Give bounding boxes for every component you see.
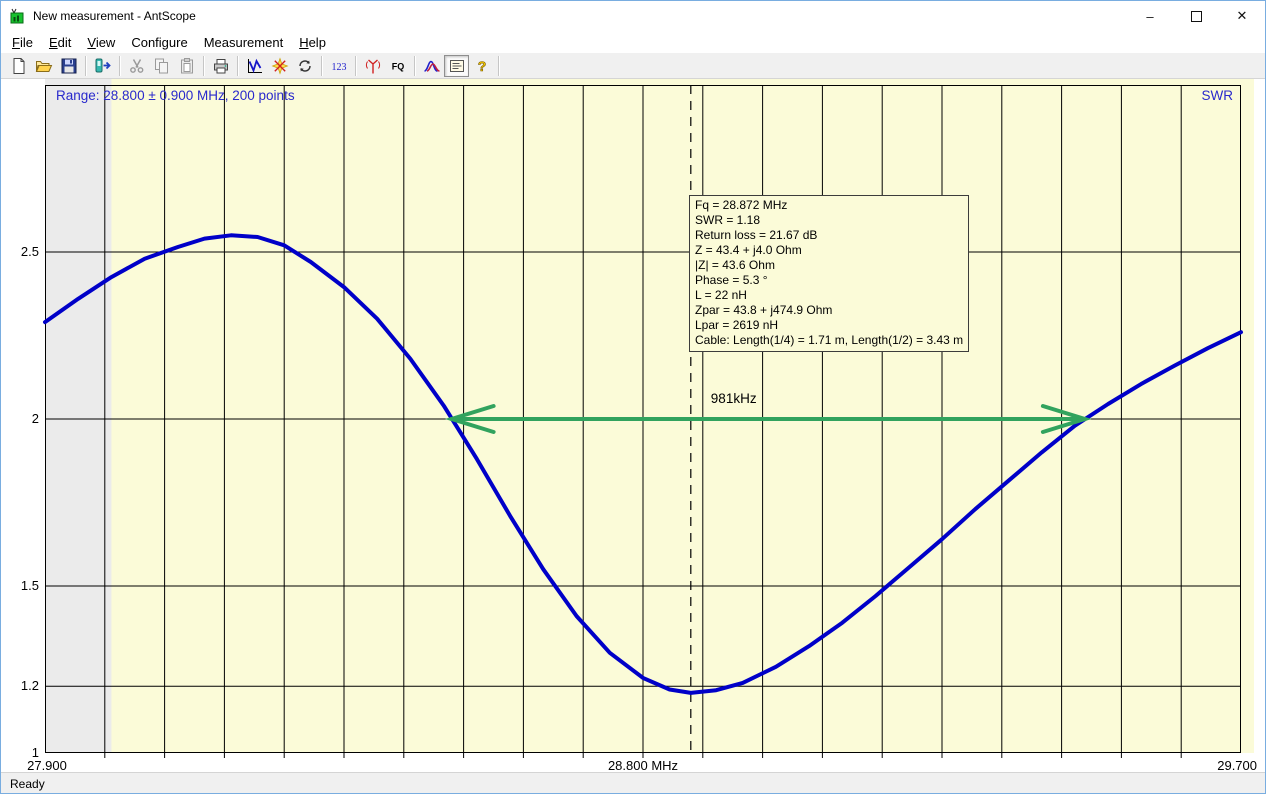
bandwidth-label: 981kHz: [711, 391, 757, 406]
svg-text:1.2: 1.2: [21, 678, 39, 693]
cut-button: [124, 55, 149, 77]
graph-curves-icon: [423, 57, 441, 75]
clear-chart-button[interactable]: [267, 55, 292, 77]
window-title: New measurement - AntScope: [33, 9, 196, 23]
title-bar: New measurement - AntScope – ✕: [1, 1, 1265, 31]
minimize-button[interactable]: –: [1127, 1, 1173, 31]
numbers-123-icon: 123: [330, 57, 348, 75]
menu-item-edit[interactable]: Edit: [41, 33, 79, 52]
labels-toggle-button[interactable]: [444, 55, 469, 77]
menu-item-file[interactable]: File: [4, 33, 41, 52]
menu-item-help[interactable]: Help: [291, 33, 334, 52]
excluded-band: [45, 79, 111, 753]
refresh-scan-button[interactable]: [292, 55, 317, 77]
toolbar-separator: [203, 56, 204, 76]
y-axis-labels: 11.21.522.5: [21, 244, 39, 760]
menu-item-measurement[interactable]: Measurement: [196, 33, 291, 52]
grid-lines: [45, 85, 1241, 758]
svg-text:2: 2: [32, 411, 39, 426]
toolbar-separator: [355, 56, 356, 76]
mode-label: SWR: [1202, 88, 1234, 103]
status-text: Ready: [10, 777, 45, 791]
info-line: Cable: Length(1/4) = 1.71 m, Length(1/2)…: [695, 333, 963, 348]
svg-text:123: 123: [331, 62, 346, 73]
save-file-button[interactable]: [56, 55, 81, 77]
delete-burst-icon: [271, 57, 289, 75]
antscope-app-icon: [10, 8, 26, 24]
chart-area: 981kHz Range: 28.800 ± 0.900 MHz, 200 poi…: [1, 79, 1265, 772]
toolbar: 123 FQ?: [1, 53, 1265, 79]
x-axis-labels: 27.900 28.800 MHz 29.700: [27, 758, 1257, 772]
new-measurement-button[interactable]: [6, 55, 31, 77]
labels-panel-icon: [448, 57, 466, 75]
antenna-signal-icon: [364, 57, 382, 75]
maximize-icon: [1191, 11, 1202, 22]
svg-text:28.800 MHz: 28.800 MHz: [608, 758, 678, 772]
menu-item-configure[interactable]: Configure: [123, 33, 195, 52]
info-line: Phase = 5.3 °: [695, 273, 963, 288]
export-device-icon: [94, 57, 112, 75]
open-folder-icon: [35, 57, 53, 75]
refresh-arrows-icon: [296, 57, 314, 75]
toolbar-separator: [498, 56, 499, 76]
application-window: New measurement - AntScope – ✕ FileEditV…: [0, 0, 1266, 794]
help-question-icon: ?: [473, 57, 491, 75]
info-line: Zpar = 43.8 + j474.9 Ohm: [695, 303, 963, 318]
paste-button: [174, 55, 199, 77]
range-label: Range: 28.800 ± 0.900 MHz, 200 points: [56, 88, 295, 103]
open-file-button[interactable]: [31, 55, 56, 77]
close-button[interactable]: ✕: [1219, 1, 1265, 31]
frequency-button[interactable]: FQ: [385, 55, 410, 77]
chart-view-button[interactable]: [242, 55, 267, 77]
export-device-button[interactable]: [90, 55, 115, 77]
copy-button: [149, 55, 174, 77]
info-line: Return loss = 21.67 dB: [695, 228, 963, 243]
info-line: SWR = 1.18: [695, 213, 963, 228]
menu-item-view[interactable]: View: [79, 33, 123, 52]
copy-pages-icon: [153, 57, 171, 75]
svg-text:1.5: 1.5: [21, 578, 39, 593]
info-line: |Z| = 43.6 Ohm: [695, 258, 963, 273]
curves-view-button[interactable]: [419, 55, 444, 77]
antenna-button[interactable]: [360, 55, 385, 77]
toolbar-separator: [119, 56, 120, 76]
marker-info-box: Fq = 28.872 MHzSWR = 1.18Return loss = 2…: [689, 195, 969, 352]
save-floppy-icon: [60, 57, 78, 75]
fq-label-icon: FQ: [389, 57, 407, 75]
toolbar-separator: [321, 56, 322, 76]
info-line: L = 22 nH: [695, 288, 963, 303]
paste-clipboard-icon: [178, 57, 196, 75]
info-line: Z = 43.4 + j4.0 Ohm: [695, 243, 963, 258]
toolbar-separator: [85, 56, 86, 76]
menu-bar: FileEditViewConfigureMeasurementHelp: [1, 31, 1265, 53]
cut-scissors-icon: [128, 57, 146, 75]
info-line: Fq = 28.872 MHz: [695, 198, 963, 213]
svg-text:29.700: 29.700: [1217, 758, 1257, 772]
help-button[interactable]: ?: [469, 55, 494, 77]
toolbar-separator: [414, 56, 415, 76]
chart-curve-icon: [246, 57, 264, 75]
print-printer-icon: [212, 57, 230, 75]
print-button[interactable]: [208, 55, 233, 77]
svg-text:?: ?: [477, 58, 486, 74]
status-bar: Ready: [1, 772, 1265, 794]
new-document-icon: [10, 57, 28, 75]
svg-text:2.5: 2.5: [21, 244, 39, 259]
svg-text:27.900: 27.900: [27, 758, 67, 772]
maximize-button[interactable]: [1173, 1, 1219, 31]
toolbar-separator: [237, 56, 238, 76]
window-controls: – ✕: [1127, 1, 1265, 31]
numeric-view-button[interactable]: 123: [326, 55, 351, 77]
info-line: Lpar = 2619 nH: [695, 318, 963, 333]
svg-text:FQ: FQ: [391, 61, 404, 71]
